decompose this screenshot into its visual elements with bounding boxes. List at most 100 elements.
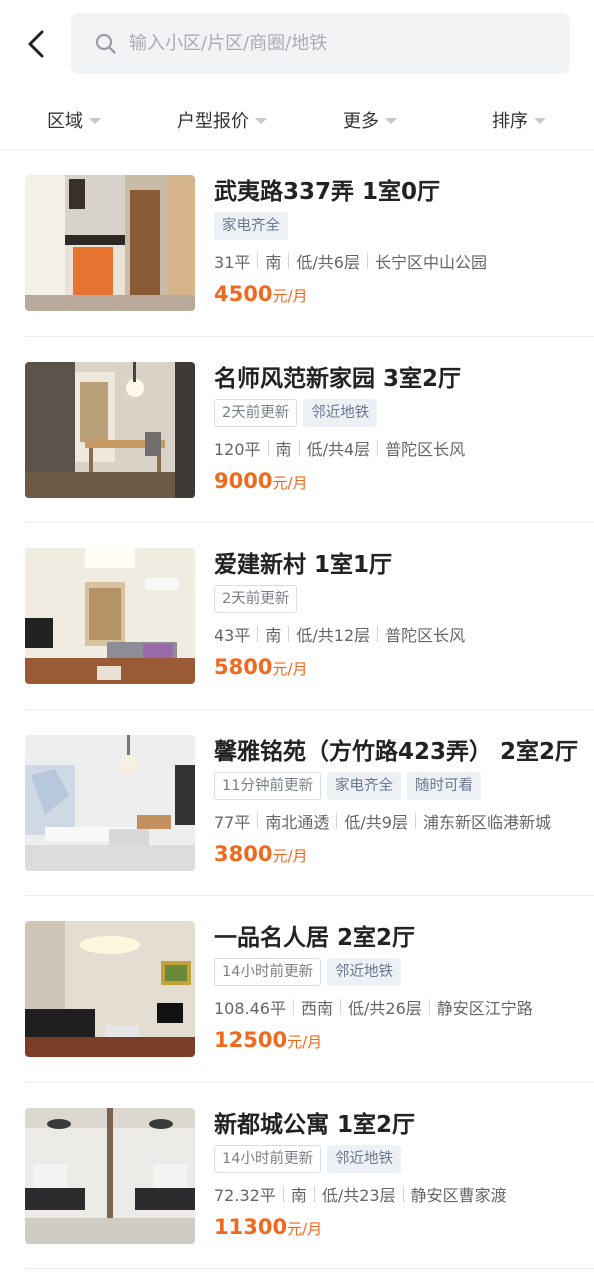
- chevron-left-icon: [28, 30, 44, 58]
- listing-title: 武夷路337弄 1室0厅: [214, 179, 441, 205]
- caret-down-icon: [255, 117, 267, 124]
- listing-tags: 2天前更新: [214, 585, 298, 613]
- price-value: 9000: [214, 468, 273, 493]
- divider: [298, 439, 300, 456]
- listing-item[interactable]: 名师风范新家园 3室2厅 2天前更新 邻近地铁 120平 南 低/共4层 普陀区…: [25, 337, 594, 523]
- listing-item[interactable]: 馨雅铭苑（方竹路423弄） 2室2厅 11分钟前更新 家电齐全 随时可看 77平…: [25, 710, 594, 896]
- listing-location: 静安区江宁路: [436, 999, 533, 1018]
- listing-location: 浦东新区临港新城: [422, 812, 551, 832]
- listing-details: 31平 南 低/共6层 长宁区中山公园: [214, 249, 487, 273]
- listing-list: 武夷路337弄 1室0厅 家电齐全 31平 南 低/共6层 长宁区中山公园 45…: [0, 150, 594, 1269]
- search-input[interactable]: [129, 33, 529, 54]
- divider: [257, 812, 259, 829]
- listing-details: 77平 南北通透 低/共9层 浦东新区临港新城: [214, 809, 551, 833]
- divider: [288, 626, 290, 642]
- listing-title: 名师风范新家园 3室2厅: [214, 365, 462, 392]
- listing-floor: 低/共4层: [306, 439, 371, 459]
- listing-location: 普陀区长风: [385, 626, 466, 645]
- price-unit: 元/月: [287, 1033, 323, 1051]
- price-unit: 元/月: [287, 1219, 323, 1238]
- divider: [366, 253, 368, 269]
- listing-photo: [25, 175, 195, 311]
- price-unit: 元/月: [272, 287, 308, 305]
- listing-tag: 随时可看: [406, 771, 481, 800]
- listing-details: 72.32平 南 低/共23层 静安区曹家渡: [214, 1182, 507, 1206]
- listing-tag: 2天前更新: [214, 398, 298, 427]
- price-unit: 元/月: [272, 473, 308, 492]
- listing-price: 12500元/月: [214, 1028, 322, 1052]
- listing-item[interactable]: 新都城公寓 1室2厅 14小时前更新 邻近地铁 72.32平 南 低/共23层 …: [25, 1083, 594, 1269]
- divider: [288, 253, 290, 269]
- listing-tags: 11分钟前更新 家电齐全 随时可看: [214, 771, 481, 800]
- listing-area: 77平: [214, 812, 251, 832]
- listing-area: 72.32平: [214, 1185, 276, 1205]
- filter-sort-label: 排序: [492, 110, 528, 132]
- listing-details: 43平 南 低/共12层 普陀区长风: [214, 622, 465, 646]
- filter-layout-price-label: 户型报价: [177, 110, 249, 132]
- listing-orientation: 南: [290, 1185, 307, 1205]
- listing-area: 120平: [214, 439, 261, 459]
- price-unit: 元/月: [272, 846, 308, 865]
- listing-title: 新都城公寓 1室2厅: [214, 1111, 416, 1138]
- listing-item[interactable]: 爱建新村 1室1厅 2天前更新 43平 南 低/共12层 普陀区长风 5800元…: [25, 523, 594, 710]
- listing-tag: 邻近地铁: [326, 958, 401, 986]
- filter-region-label: 区域: [47, 110, 83, 132]
- listing-location: 静安区曹家渡: [410, 1185, 507, 1205]
- listing-tag: 邻近地铁: [326, 1144, 401, 1173]
- divider: [340, 999, 342, 1015]
- price-value: 4500: [214, 282, 273, 306]
- listing-photo: [25, 1107, 195, 1244]
- listing-location: 长宁区中山公园: [374, 253, 487, 272]
- listing-price: 5800元/月: [214, 655, 308, 679]
- divider: [402, 1185, 404, 1202]
- price-value: 3800: [214, 841, 273, 866]
- listing-tag: 邻近地铁: [303, 398, 378, 427]
- listing-title: 一品名人居 2室2厅: [214, 925, 416, 951]
- listing-details: 108.46平 西南 低/共26层 静安区江宁路: [214, 995, 533, 1019]
- divider: [336, 812, 338, 829]
- filter-layout-price[interactable]: 户型报价: [148, 90, 296, 149]
- listing-floor: 低/共23层: [321, 1185, 396, 1205]
- search-bar[interactable]: [71, 13, 570, 74]
- price-value: 12500: [214, 1028, 288, 1052]
- divider: [293, 999, 294, 1015]
- listing-photo: [25, 361, 195, 498]
- listing-price: 9000元/月: [214, 469, 308, 493]
- listing-orientation: 南: [275, 439, 292, 459]
- listing-title: 爱建新村 1室1厅: [214, 552, 393, 578]
- divider: [377, 439, 379, 456]
- listing-floor: 低/共12层: [296, 626, 371, 645]
- listing-price: 4500元/月: [214, 282, 308, 306]
- filter-more[interactable]: 更多: [296, 90, 444, 149]
- filter-sort[interactable]: 排序: [444, 90, 594, 149]
- listing-item[interactable]: 一品名人居 2室2厅 14小时前更新 邻近地铁 108.46平 西南 低/共26…: [25, 896, 594, 1083]
- caret-down-icon: [534, 117, 546, 124]
- divider: [257, 253, 259, 269]
- divider: [257, 626, 259, 642]
- caret-down-icon: [385, 117, 397, 124]
- price-value: 11300: [214, 1214, 288, 1239]
- listing-area: 108.46平: [214, 999, 286, 1018]
- listing-orientation: 南北通透: [265, 812, 330, 832]
- filter-region[interactable]: 区域: [0, 90, 148, 149]
- listing-item[interactable]: 武夷路337弄 1室0厅 家电齐全 31平 南 低/共6层 长宁区中山公园 45…: [25, 150, 594, 337]
- listing-tag: 2天前更新: [214, 585, 298, 613]
- price-value: 5800: [214, 655, 273, 679]
- listing-price: 3800元/月: [214, 842, 308, 866]
- search-icon: [93, 31, 119, 57]
- listing-floor: 低/共26层: [348, 999, 422, 1018]
- listing-tags: 2天前更新 邻近地铁: [214, 398, 378, 427]
- divider: [313, 1185, 315, 1202]
- price-unit: 元/月: [272, 660, 308, 678]
- listing-price: 11300元/月: [214, 1215, 322, 1239]
- filter-bar: 区域 户型报价 更多 排序: [0, 90, 594, 150]
- listing-photo: [25, 548, 195, 684]
- divider: [428, 999, 430, 1015]
- divider: [267, 439, 269, 456]
- back-button[interactable]: [22, 26, 54, 62]
- listing-details: 120平 南 低/共4层 普陀区长风: [214, 436, 465, 460]
- listing-tag: 家电齐全: [214, 212, 288, 240]
- listing-orientation: 南: [265, 253, 282, 272]
- listing-tag: 家电齐全: [326, 771, 401, 800]
- listing-orientation: 南: [265, 626, 282, 645]
